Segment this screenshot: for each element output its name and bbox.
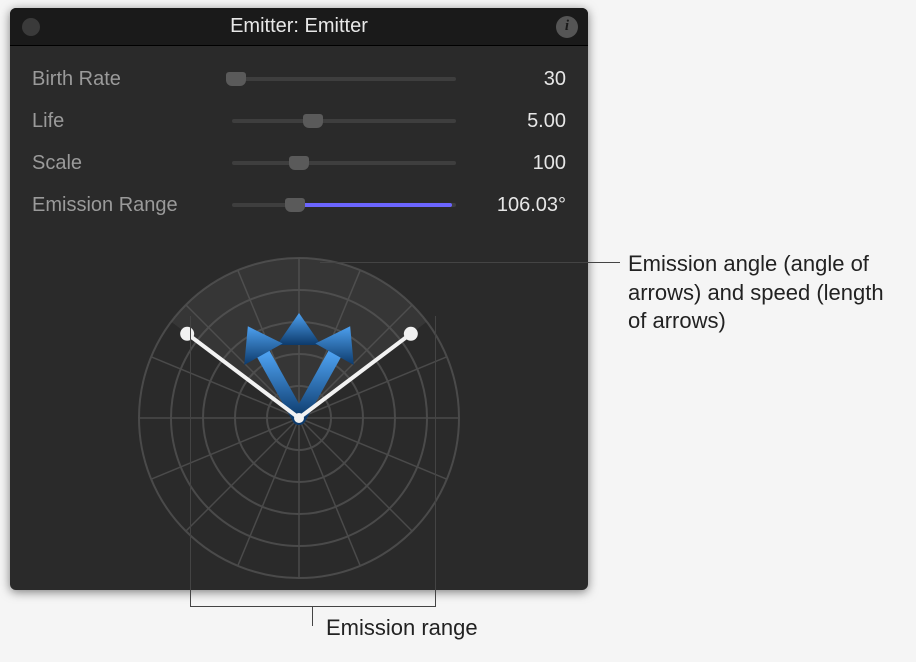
callout-line-range-right: [435, 316, 436, 606]
parameter-list: Birth Rate 30 Life 5.00 Scale 100 Emission Ran…: [10, 46, 588, 234]
panel-title: Emitter: Emitter: [10, 15, 588, 38]
param-label: Life: [32, 110, 232, 133]
radar-center[interactable]: [294, 413, 304, 423]
callout-line-range-left: [190, 316, 191, 606]
param-row: Birth Rate 30: [32, 58, 566, 100]
param-label: Birth Rate: [32, 68, 232, 91]
param-slider[interactable]: [232, 69, 456, 89]
param-value[interactable]: 30: [476, 68, 566, 91]
callout-line-range-bottom: [190, 606, 436, 607]
slider-thumb[interactable]: [285, 198, 305, 212]
range-handle-dot[interactable]: [404, 327, 418, 341]
emitter-hud-panel: Emitter: Emitter i Birth Rate 30 Life 5.00 S…: [10, 8, 588, 590]
emission-radar-wrap: [10, 248, 588, 588]
param-row: Scale 100: [32, 142, 566, 184]
callout-range: Emission range: [326, 614, 478, 643]
slider-thumb[interactable]: [226, 72, 246, 86]
callout-angle-speed: Emission angle (angle of arrows) and spe…: [628, 250, 898, 336]
param-row: Emission Range 106.03°: [32, 184, 566, 226]
range-handle-dot[interactable]: [180, 327, 194, 341]
param-slider[interactable]: [232, 153, 456, 173]
param-slider[interactable]: [232, 195, 456, 215]
slider-thumb[interactable]: [289, 156, 309, 170]
param-row: Life 5.00: [32, 100, 566, 142]
param-value[interactable]: 106.03°: [476, 194, 566, 217]
slider-thumb[interactable]: [303, 114, 323, 128]
callout-line-range-stem: [312, 606, 313, 626]
param-slider[interactable]: [232, 111, 456, 131]
titlebar: Emitter: Emitter i: [10, 8, 588, 46]
param-label: Scale: [32, 152, 232, 175]
callout-line-angle: [320, 262, 620, 263]
param-value[interactable]: 5.00: [476, 110, 566, 133]
info-button[interactable]: i: [556, 16, 578, 38]
param-value[interactable]: 100: [476, 152, 566, 175]
param-label: Emission Range: [32, 194, 232, 217]
close-button[interactable]: [22, 18, 40, 36]
emission-radar[interactable]: [129, 248, 469, 588]
